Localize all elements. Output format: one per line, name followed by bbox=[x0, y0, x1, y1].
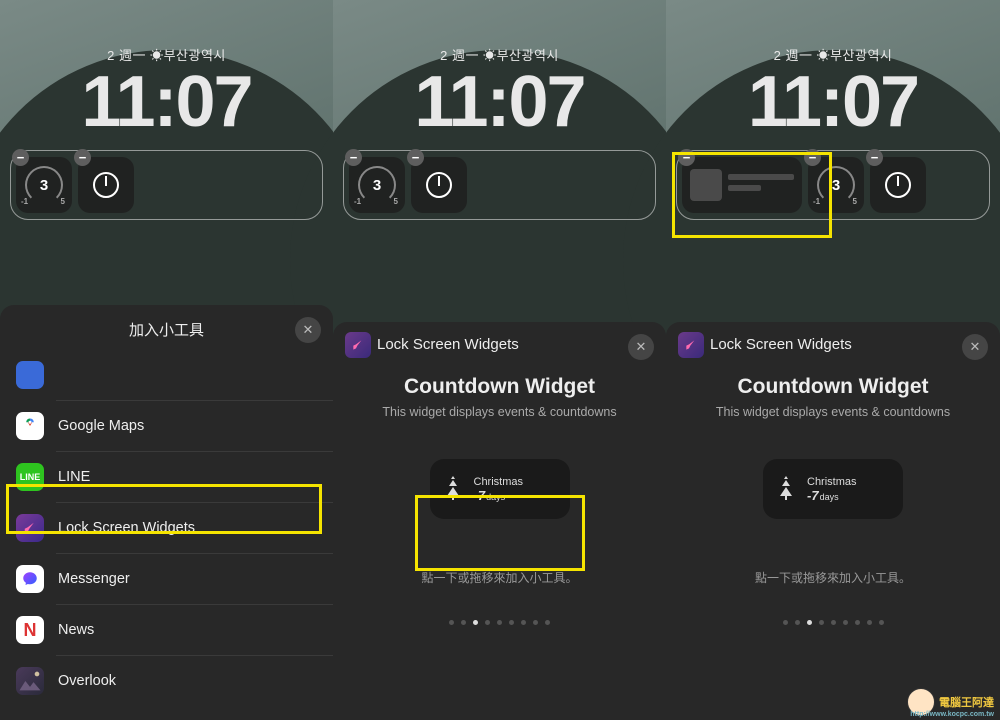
clock-time: 11:07 bbox=[666, 66, 1000, 138]
remove-widget-button[interactable] bbox=[866, 149, 883, 166]
hint-text: 點一下或拖移來加入小工具。 bbox=[682, 569, 984, 586]
rocket-icon bbox=[16, 514, 44, 542]
widget-title: Countdown Widget bbox=[349, 375, 650, 399]
back-label[interactable]: Lock Screen Widgets bbox=[377, 336, 519, 353]
countdown-widget-placeholder[interactable] bbox=[682, 157, 802, 213]
temperature-widget[interactable]: 3 bbox=[349, 157, 405, 213]
messenger-icon bbox=[16, 565, 44, 593]
news-icon: N bbox=[16, 616, 44, 644]
remove-widget-button[interactable] bbox=[407, 149, 424, 166]
back-label[interactable]: Lock Screen Widgets bbox=[710, 336, 852, 353]
christmas-tree-icon bbox=[440, 474, 466, 504]
widget-preview[interactable]: Christmas -7days bbox=[430, 459, 570, 519]
temperature-widget[interactable]: 3 bbox=[808, 157, 864, 213]
christmas-tree-icon bbox=[773, 474, 799, 504]
clock-time: 11:07 bbox=[0, 66, 333, 138]
watermark: 電腦王阿達 http://www.kocpc.com.tw bbox=[907, 688, 994, 716]
widget-row[interactable]: 3 bbox=[10, 150, 323, 220]
sheet-title: 加入小工具 bbox=[129, 319, 204, 340]
app-icon bbox=[16, 361, 44, 389]
page-dots[interactable] bbox=[349, 620, 650, 625]
phone-screen-1: 2 週一 ☀부산광역시 11:07 3 加入小工具 ✕ Google Maps … bbox=[0, 0, 333, 720]
remove-widget-button[interactable] bbox=[12, 149, 29, 166]
app-row-news[interactable]: NNews bbox=[56, 604, 333, 655]
remove-widget-button[interactable] bbox=[74, 149, 91, 166]
rocket-icon[interactable] bbox=[678, 332, 704, 358]
close-button[interactable]: ✕ bbox=[295, 317, 321, 343]
hint-text: 點一下或拖移來加入小工具。 bbox=[349, 569, 650, 586]
remove-widget-button[interactable] bbox=[678, 149, 695, 166]
add-widget-sheet: 加入小工具 ✕ Google Maps LINELINE Lock Screen… bbox=[0, 305, 333, 720]
app-list[interactable]: Google Maps LINELINE Lock Screen Widgets… bbox=[0, 350, 333, 706]
widget-row[interactable]: 3 bbox=[676, 150, 990, 220]
overlook-icon bbox=[16, 667, 44, 695]
watch-icon bbox=[426, 172, 452, 198]
rocket-icon[interactable] bbox=[345, 332, 371, 358]
remove-widget-button[interactable] bbox=[345, 149, 362, 166]
widget-title: Countdown Widget bbox=[682, 375, 984, 399]
watch-widget[interactable] bbox=[78, 157, 134, 213]
widget-preview[interactable]: Christmas -7days bbox=[763, 459, 903, 519]
app-row-lock-screen-widgets[interactable]: Lock Screen Widgets bbox=[56, 502, 333, 553]
clock-time: 11:07 bbox=[333, 66, 666, 138]
remove-widget-button[interactable] bbox=[804, 149, 821, 166]
close-button[interactable]: ✕ bbox=[962, 334, 988, 360]
app-row-google-maps[interactable]: Google Maps bbox=[56, 400, 333, 451]
phone-screen-2: 2 週一 ☀부산광역시 11:07 3 Lock Screen Widgets … bbox=[333, 0, 666, 720]
widget-desc: This widget displays events & countdowns bbox=[682, 405, 984, 419]
app-row-messenger[interactable]: Messenger bbox=[56, 553, 333, 604]
app-row[interactable] bbox=[0, 350, 333, 400]
line-icon: LINE bbox=[16, 463, 44, 491]
app-row-line[interactable]: LINELINE bbox=[56, 451, 333, 502]
close-button[interactable]: ✕ bbox=[628, 334, 654, 360]
watch-widget[interactable] bbox=[411, 157, 467, 213]
app-row-overlook[interactable]: Overlook bbox=[56, 655, 333, 706]
google-maps-icon bbox=[16, 412, 44, 440]
widget-row[interactable]: 3 bbox=[343, 150, 656, 220]
widget-detail-sheet: Lock Screen Widgets ✕ Countdown Widget T… bbox=[333, 322, 666, 720]
watch-widget[interactable] bbox=[870, 157, 926, 213]
page-dots[interactable] bbox=[682, 620, 984, 625]
phone-screen-3: 2 週一 ☀부산광역시 11:07 3 Lock Screen Widgets … bbox=[666, 0, 1000, 720]
widget-desc: This widget displays events & countdowns bbox=[349, 405, 650, 419]
watch-icon bbox=[93, 172, 119, 198]
watch-icon bbox=[885, 172, 911, 198]
widget-detail-sheet: Lock Screen Widgets ✕ Countdown Widget T… bbox=[666, 322, 1000, 720]
temperature-widget[interactable]: 3 bbox=[16, 157, 72, 213]
